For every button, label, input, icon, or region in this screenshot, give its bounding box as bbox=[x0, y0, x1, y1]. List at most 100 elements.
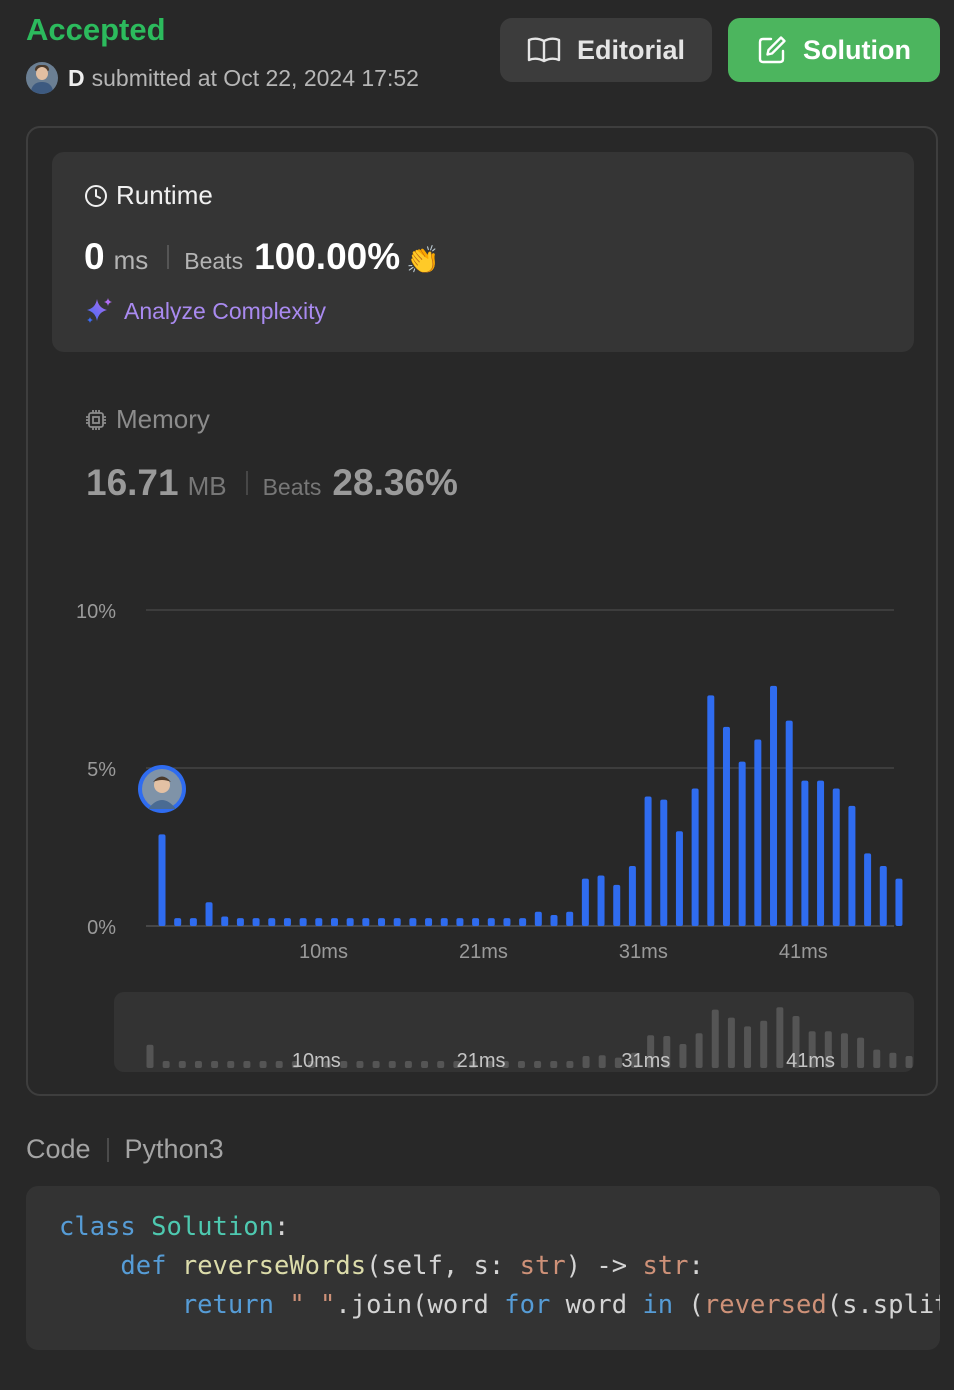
overview-tick-label: 31ms bbox=[621, 1050, 670, 1072]
chart-bar[interactable] bbox=[252, 918, 260, 926]
chart-bar[interactable] bbox=[738, 761, 746, 926]
overview-bar bbox=[259, 1061, 267, 1068]
chart-bar[interactable] bbox=[283, 918, 291, 926]
overview-bar bbox=[340, 1061, 348, 1068]
chart-bar[interactable] bbox=[848, 805, 856, 926]
overview-bar bbox=[388, 1061, 396, 1068]
overview-bar bbox=[582, 1056, 590, 1068]
overview-bar bbox=[711, 1009, 719, 1068]
divider bbox=[106, 1137, 109, 1162]
chart-bar[interactable] bbox=[221, 916, 229, 926]
chart-bar[interactable] bbox=[174, 918, 182, 926]
overview-bar bbox=[744, 1026, 752, 1068]
chart-bar[interactable] bbox=[456, 918, 464, 926]
overview-bar bbox=[211, 1061, 219, 1068]
overview-bar bbox=[550, 1061, 558, 1068]
chart-bar[interactable] bbox=[425, 918, 433, 926]
overview-bar bbox=[566, 1061, 574, 1068]
chart-bar[interactable] bbox=[299, 918, 307, 926]
code-header: Code Python3 bbox=[26, 1134, 224, 1165]
chart-bar[interactable] bbox=[440, 918, 448, 926]
chart-bar[interactable] bbox=[770, 685, 778, 926]
chart-bar[interactable] bbox=[660, 799, 668, 926]
overview-bar bbox=[679, 1044, 687, 1068]
chart-bar[interactable] bbox=[817, 780, 825, 926]
chart-bar[interactable] bbox=[644, 796, 652, 926]
x-tick-label: 21ms bbox=[459, 941, 508, 963]
chart-bar[interactable] bbox=[409, 918, 417, 926]
chart-bar[interactable] bbox=[675, 831, 683, 926]
x-tick-label: 31ms bbox=[619, 941, 668, 963]
overview-bar bbox=[356, 1061, 364, 1068]
overview-bar bbox=[178, 1061, 186, 1068]
chart-bar[interactable] bbox=[189, 918, 197, 926]
chart-bar[interactable] bbox=[895, 878, 903, 926]
overview-bar bbox=[146, 1044, 154, 1068]
chart-bar[interactable] bbox=[707, 695, 715, 926]
chart-bar[interactable] bbox=[597, 875, 605, 926]
overview-bar bbox=[194, 1061, 202, 1068]
overview-bar bbox=[372, 1061, 380, 1068]
chart-bar[interactable] bbox=[205, 902, 213, 926]
overview-bar bbox=[857, 1037, 865, 1068]
overview-bar bbox=[243, 1061, 251, 1068]
overview-bar bbox=[727, 1017, 735, 1068]
chart-bar[interactable] bbox=[722, 726, 730, 926]
chart-bar[interactable] bbox=[236, 918, 244, 926]
chart-bar[interactable] bbox=[581, 878, 589, 926]
chart-overview[interactable]: 10ms 21ms 31ms 41ms bbox=[114, 992, 914, 1072]
your-submission-marker[interactable] bbox=[138, 765, 186, 813]
overview-bar bbox=[421, 1061, 429, 1068]
overview-bar bbox=[840, 1033, 848, 1068]
chart-bar[interactable] bbox=[519, 918, 527, 926]
overview-tick-label: 41ms bbox=[786, 1050, 835, 1072]
chart-bar[interactable] bbox=[832, 788, 840, 926]
overview-bar bbox=[905, 1056, 913, 1068]
chart-bar[interactable] bbox=[472, 918, 480, 926]
chart-bar[interactable] bbox=[879, 865, 887, 926]
overview-bar bbox=[275, 1061, 283, 1068]
code-block[interactable]: class Solution: def reverseWords(self, s… bbox=[26, 1186, 940, 1350]
x-tick-label: 41ms bbox=[779, 941, 828, 963]
chart-bar[interactable] bbox=[503, 918, 511, 926]
chart-bar[interactable] bbox=[393, 918, 401, 926]
chart-bar[interactable] bbox=[801, 780, 809, 926]
overview-bar bbox=[760, 1020, 768, 1068]
chart-bar[interactable] bbox=[691, 788, 699, 926]
y-tick-label: 10% bbox=[76, 601, 116, 623]
chart-bar[interactable] bbox=[378, 918, 386, 926]
runtime-distribution-chart[interactable]: 10% 5% 0% 10ms 21ms 31ms 41ms bbox=[0, 0, 954, 1090]
chart-bar[interactable] bbox=[534, 911, 542, 926]
code-language: Python3 bbox=[124, 1134, 224, 1164]
overview-tick-label: 21ms bbox=[457, 1050, 506, 1072]
chart-bar[interactable] bbox=[754, 739, 762, 926]
chart-bar[interactable] bbox=[613, 884, 621, 926]
overview-bar bbox=[404, 1061, 412, 1068]
chart-range-selector[interactable]: 10ms 21ms 31ms 41ms bbox=[114, 992, 914, 1072]
chart-bar[interactable] bbox=[550, 914, 558, 926]
overview-bar bbox=[534, 1061, 542, 1068]
chart-bar[interactable] bbox=[268, 918, 276, 926]
code-label: Code bbox=[26, 1134, 91, 1164]
overview-bar bbox=[695, 1033, 703, 1068]
chart-bar[interactable] bbox=[362, 918, 370, 926]
overview-bar bbox=[598, 1055, 606, 1068]
chart-bar[interactable] bbox=[346, 918, 354, 926]
chart-bar[interactable] bbox=[628, 865, 636, 926]
overview-bar bbox=[889, 1052, 897, 1068]
overview-bar bbox=[227, 1061, 235, 1068]
chart-bar[interactable] bbox=[330, 918, 338, 926]
x-tick-label: 10ms bbox=[299, 941, 348, 963]
chart-bar[interactable] bbox=[566, 911, 574, 926]
overview-bar bbox=[437, 1061, 445, 1068]
overview-bar bbox=[162, 1061, 170, 1068]
y-tick-label: 0% bbox=[87, 917, 116, 939]
code-content[interactable]: class Solution: def reverseWords(self, s… bbox=[59, 1208, 940, 1325]
overview-bar bbox=[776, 1007, 784, 1068]
chart-bar[interactable] bbox=[315, 918, 323, 926]
chart-bar[interactable] bbox=[487, 918, 495, 926]
chart-bar[interactable] bbox=[785, 720, 793, 926]
y-tick-label: 5% bbox=[87, 759, 116, 781]
chart-bar[interactable] bbox=[864, 853, 872, 926]
chart-bar[interactable] bbox=[158, 834, 166, 926]
